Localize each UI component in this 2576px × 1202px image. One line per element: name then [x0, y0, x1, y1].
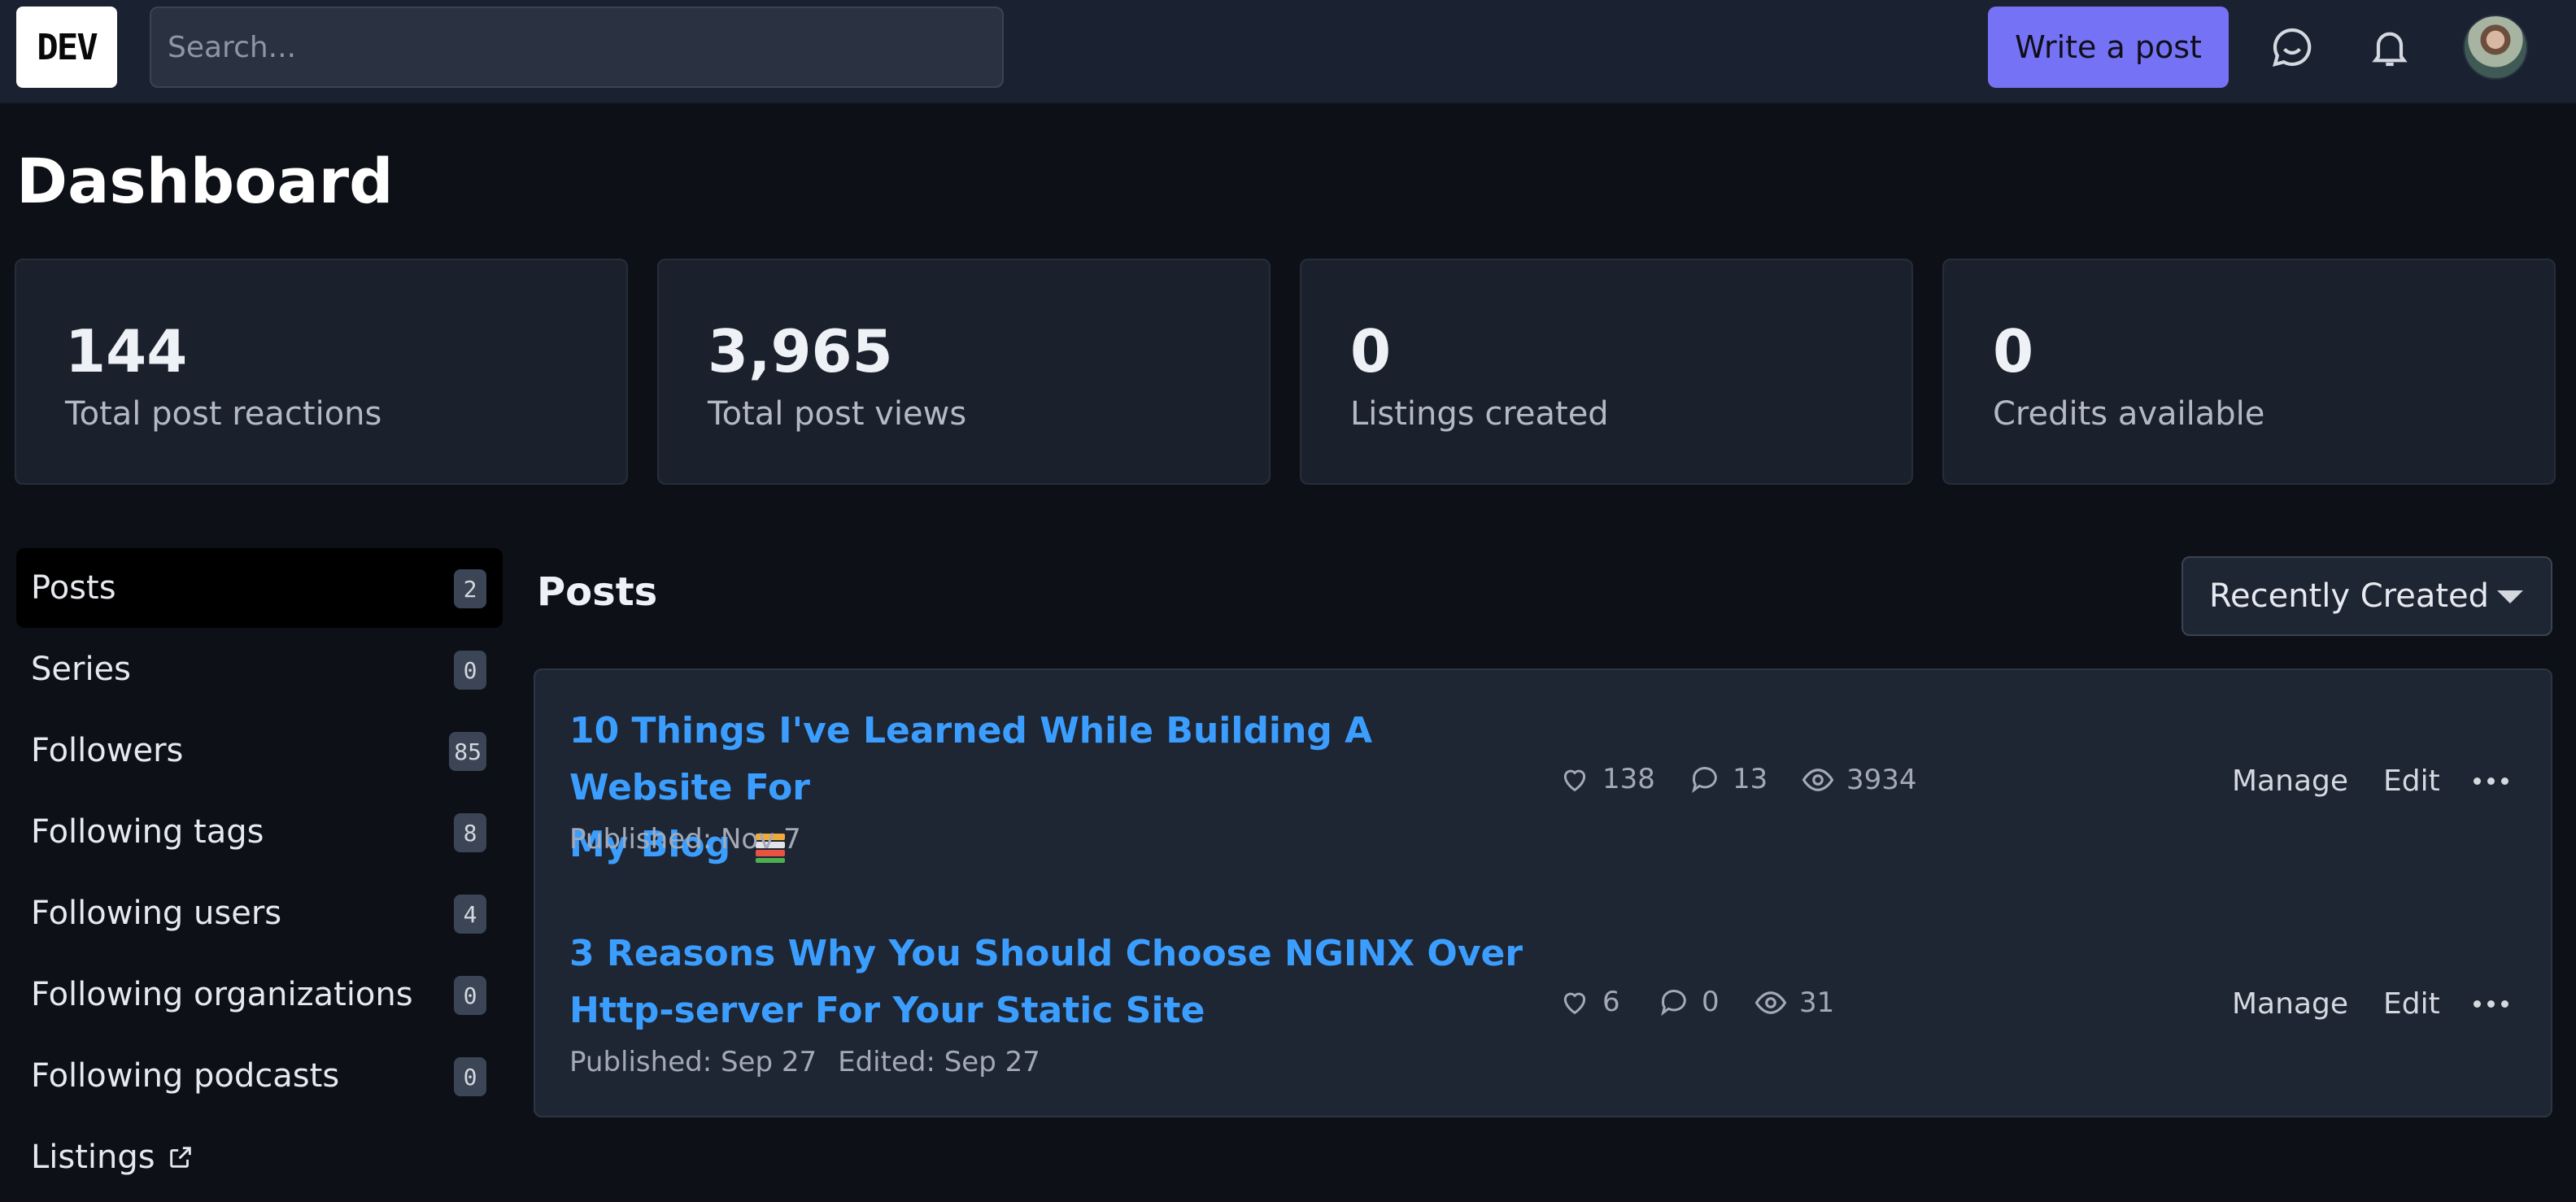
stat-value: 3,965: [708, 317, 893, 385]
views-value: 3934: [1846, 764, 1917, 796]
post-title-line: 3 Reasons Why You Should Choose NGINX Ov…: [569, 933, 1523, 974]
published-date: Published: Sep 27: [569, 1046, 817, 1078]
stat-card-reactions: 144 Total post reactions: [15, 259, 628, 485]
dev-logo[interactable]: DEV: [16, 7, 117, 88]
count-badge: 4: [454, 895, 486, 934]
stat-value: 0: [1993, 317, 2034, 385]
manage-link[interactable]: Manage: [2232, 764, 2348, 798]
edit-link[interactable]: Edit: [2383, 764, 2440, 798]
stat-card-views: 3,965 Total post views: [657, 259, 1271, 485]
stat-value: 144: [65, 317, 188, 385]
comments-value: 13: [1733, 763, 1768, 795]
edited-date: Edited: Sep 27: [838, 1046, 1040, 1078]
sidebar-item-posts[interactable]: Posts 2: [16, 548, 503, 628]
posts-list: 10 Things I've Learned While Building A …: [534, 669, 2552, 1117]
manage-link[interactable]: Manage: [2232, 987, 2348, 1021]
sidebar-item-label: Posts: [31, 569, 116, 607]
comments-count: 13: [1689, 763, 1767, 795]
eye-icon: [1754, 986, 1788, 1020]
sidebar-item-label: Series: [31, 651, 132, 688]
external-link-icon: [167, 1143, 194, 1171]
views-count: 3934: [1801, 763, 1917, 797]
views-count: 31: [1754, 986, 1834, 1020]
sidebar-item-label: Following tags: [31, 813, 264, 851]
reactions-value: 138: [1602, 763, 1655, 795]
comment-icon: [1689, 763, 1721, 795]
count-badge: 0: [454, 651, 486, 690]
post-meta: Published: Nov 7: [569, 823, 801, 856]
post-meta: Published: Sep 27 Edited: Sep 27: [569, 1046, 1040, 1078]
views-value: 31: [1799, 986, 1835, 1019]
sidebar-item-series[interactable]: Series 0: [16, 629, 503, 709]
count-badge: 0: [454, 1057, 486, 1096]
stat-card-listings: 0 Listings created: [1300, 259, 1913, 485]
eye-icon: [1801, 763, 1835, 797]
heart-icon: [1558, 986, 1591, 1018]
count-badge: 8: [454, 813, 486, 852]
stat-label: Listings created: [1350, 395, 1609, 433]
sort-selected-label: Recently Created: [2209, 577, 2490, 615]
bell-icon[interactable]: [2362, 20, 2417, 75]
count-badge: 0: [454, 976, 486, 1015]
sidebar-item-following-users[interactable]: Following users 4: [16, 873, 503, 953]
write-post-button[interactable]: Write a post: [1988, 7, 2229, 88]
comments-value: 0: [1702, 986, 1720, 1018]
sidebar-item-label: Following users: [31, 895, 282, 932]
top-header: DEV Write a post: [0, 0, 2576, 104]
more-options-icon[interactable]: [2466, 764, 2515, 797]
stat-value: 0: [1350, 317, 1392, 385]
post-title-line: 10 Things I've Learned While Building A …: [569, 710, 1373, 808]
more-options-icon[interactable]: [2466, 987, 2515, 1020]
comment-icon: [1658, 986, 1690, 1018]
heart-icon: [1558, 763, 1591, 795]
sidebar-item-label: Listings: [31, 1139, 155, 1176]
stat-label: Total post views: [708, 395, 967, 433]
reactions-count: 138: [1558, 763, 1655, 795]
sidebar-item-following-podcasts[interactable]: Following podcasts 0: [16, 1036, 503, 1116]
post-title-line: Http-server For Your Static Site: [569, 990, 1205, 1031]
search-input[interactable]: [150, 7, 1004, 88]
published-date: Published: Nov 7: [569, 823, 801, 856]
stat-label: Total post reactions: [65, 395, 382, 433]
sidebar-item-following-organizations[interactable]: Following organizations 0: [16, 955, 503, 1034]
count-badge: 85: [449, 732, 486, 771]
post-title-link[interactable]: 3 Reasons Why You Should Choose NGINX Ov…: [569, 925, 1545, 1039]
stat-label: Credits available: [1993, 395, 2265, 433]
sidebar-item-following-tags[interactable]: Following tags 8: [16, 792, 503, 872]
reactions-value: 6: [1602, 986, 1620, 1018]
comments-count: 0: [1658, 986, 1720, 1018]
user-avatar[interactable]: [2463, 15, 2528, 80]
posts-heading: Posts: [537, 569, 658, 615]
sidebar-item-followers[interactable]: Followers 85: [16, 711, 503, 790]
sidebar-item-label: Following podcasts: [31, 1057, 340, 1095]
reactions-count: 6: [1558, 986, 1620, 1018]
connect-chat-icon[interactable]: [2264, 20, 2320, 75]
sidebar-item-listings[interactable]: Listings: [16, 1117, 503, 1197]
page-title: Dashboard: [16, 145, 394, 217]
sidebar-item-label: Followers: [31, 732, 184, 769]
caret-down-icon: [2497, 590, 2523, 603]
count-badge: 2: [454, 569, 486, 608]
sort-dropdown[interactable]: Recently Created: [2182, 556, 2552, 636]
stat-card-credits: 0 Credits available: [1942, 259, 2556, 485]
sidebar-item-label: Following organizations: [31, 976, 413, 1013]
edit-link[interactable]: Edit: [2383, 987, 2440, 1021]
